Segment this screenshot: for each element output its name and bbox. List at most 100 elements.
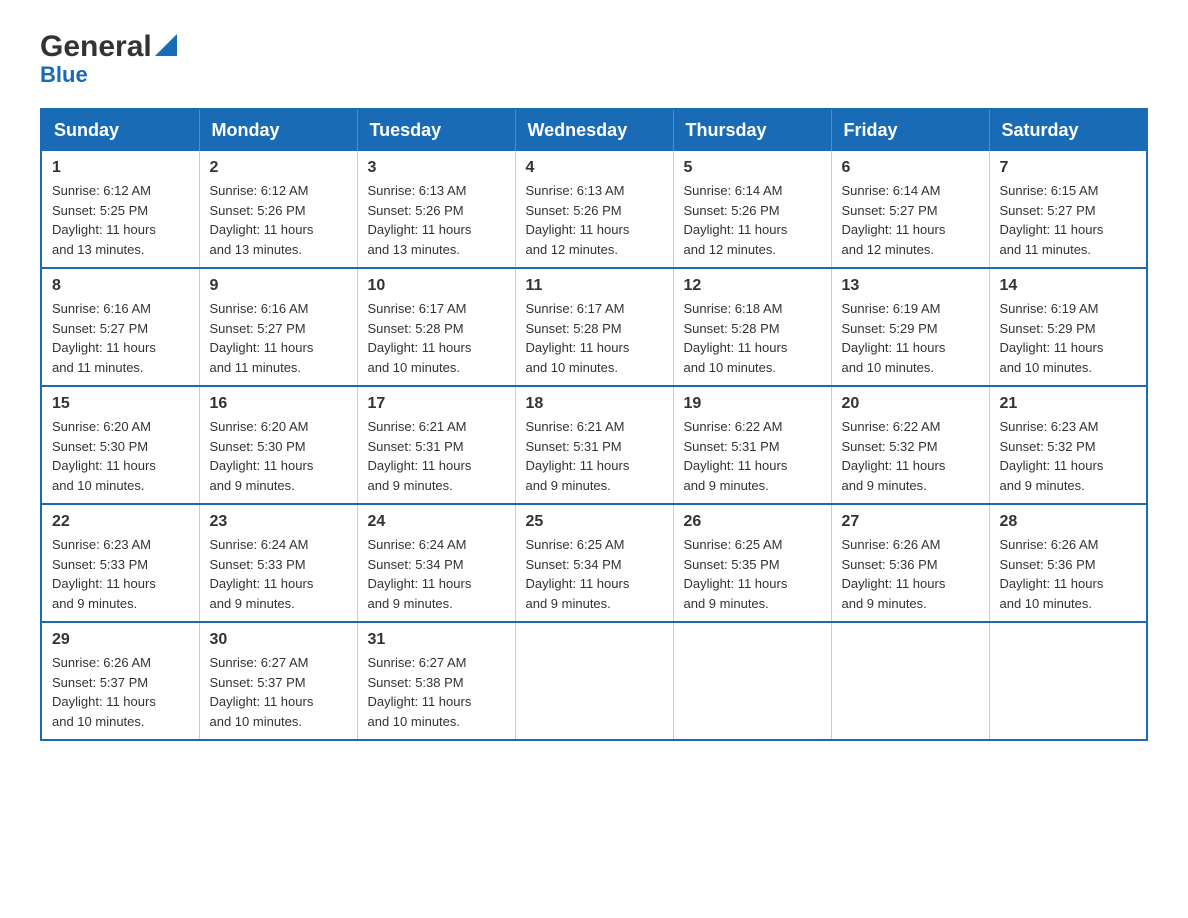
calendar-cell: 16 Sunrise: 6:20 AM Sunset: 5:30 PM Dayl… [199, 386, 357, 504]
calendar-cell: 7 Sunrise: 6:15 AM Sunset: 5:27 PM Dayli… [989, 151, 1147, 268]
day-info: Sunrise: 6:18 AM Sunset: 5:28 PM Dayligh… [684, 299, 821, 377]
calendar-cell: 5 Sunrise: 6:14 AM Sunset: 5:26 PM Dayli… [673, 151, 831, 268]
calendar-week-1: 1 Sunrise: 6:12 AM Sunset: 5:25 PM Dayli… [41, 151, 1147, 268]
day-number: 19 [684, 395, 821, 413]
day-number: 3 [368, 159, 505, 177]
day-info: Sunrise: 6:21 AM Sunset: 5:31 PM Dayligh… [526, 417, 663, 495]
day-info: Sunrise: 6:12 AM Sunset: 5:26 PM Dayligh… [210, 181, 347, 259]
calendar-cell: 18 Sunrise: 6:21 AM Sunset: 5:31 PM Dayl… [515, 386, 673, 504]
day-info: Sunrise: 6:16 AM Sunset: 5:27 PM Dayligh… [210, 299, 347, 377]
day-number: 31 [368, 631, 505, 649]
calendar-cell: 11 Sunrise: 6:17 AM Sunset: 5:28 PM Dayl… [515, 268, 673, 386]
calendar-cell: 24 Sunrise: 6:24 AM Sunset: 5:34 PM Dayl… [357, 504, 515, 622]
day-number: 24 [368, 513, 505, 531]
day-number: 17 [368, 395, 505, 413]
logo-blue-text: Blue [40, 62, 88, 88]
calendar-cell: 6 Sunrise: 6:14 AM Sunset: 5:27 PM Dayli… [831, 151, 989, 268]
day-info: Sunrise: 6:26 AM Sunset: 5:36 PM Dayligh… [842, 535, 979, 613]
day-number: 20 [842, 395, 979, 413]
day-info: Sunrise: 6:13 AM Sunset: 5:26 PM Dayligh… [526, 181, 663, 259]
calendar-cell: 3 Sunrise: 6:13 AM Sunset: 5:26 PM Dayli… [357, 151, 515, 268]
day-info: Sunrise: 6:16 AM Sunset: 5:27 PM Dayligh… [52, 299, 189, 377]
day-info: Sunrise: 6:21 AM Sunset: 5:31 PM Dayligh… [368, 417, 505, 495]
calendar-week-3: 15 Sunrise: 6:20 AM Sunset: 5:30 PM Dayl… [41, 386, 1147, 504]
day-info: Sunrise: 6:26 AM Sunset: 5:37 PM Dayligh… [52, 653, 189, 731]
day-number: 6 [842, 159, 979, 177]
calendar-header-saturday: Saturday [989, 109, 1147, 151]
day-number: 9 [210, 277, 347, 295]
day-info: Sunrise: 6:20 AM Sunset: 5:30 PM Dayligh… [52, 417, 189, 495]
day-number: 22 [52, 513, 189, 531]
day-number: 28 [1000, 513, 1137, 531]
day-number: 8 [52, 277, 189, 295]
calendar-cell [515, 622, 673, 740]
calendar-cell: 10 Sunrise: 6:17 AM Sunset: 5:28 PM Dayl… [357, 268, 515, 386]
day-number: 13 [842, 277, 979, 295]
day-number: 29 [52, 631, 189, 649]
calendar-cell [831, 622, 989, 740]
calendar-header-row: SundayMondayTuesdayWednesdayThursdayFrid… [41, 109, 1147, 151]
logo: General Blue [40, 30, 177, 88]
day-number: 14 [1000, 277, 1137, 295]
day-info: Sunrise: 6:12 AM Sunset: 5:25 PM Dayligh… [52, 181, 189, 259]
day-number: 26 [684, 513, 821, 531]
calendar-week-4: 22 Sunrise: 6:23 AM Sunset: 5:33 PM Dayl… [41, 504, 1147, 622]
calendar-cell: 29 Sunrise: 6:26 AM Sunset: 5:37 PM Dayl… [41, 622, 199, 740]
calendar-header-friday: Friday [831, 109, 989, 151]
day-number: 10 [368, 277, 505, 295]
day-info: Sunrise: 6:22 AM Sunset: 5:31 PM Dayligh… [684, 417, 821, 495]
calendar-week-2: 8 Sunrise: 6:16 AM Sunset: 5:27 PM Dayli… [41, 268, 1147, 386]
calendar-cell: 26 Sunrise: 6:25 AM Sunset: 5:35 PM Dayl… [673, 504, 831, 622]
day-info: Sunrise: 6:23 AM Sunset: 5:32 PM Dayligh… [1000, 417, 1137, 495]
calendar-cell: 12 Sunrise: 6:18 AM Sunset: 5:28 PM Dayl… [673, 268, 831, 386]
calendar-cell: 2 Sunrise: 6:12 AM Sunset: 5:26 PM Dayli… [199, 151, 357, 268]
day-info: Sunrise: 6:24 AM Sunset: 5:33 PM Dayligh… [210, 535, 347, 613]
day-info: Sunrise: 6:22 AM Sunset: 5:32 PM Dayligh… [842, 417, 979, 495]
logo-general-text: General [40, 30, 152, 64]
calendar-cell: 30 Sunrise: 6:27 AM Sunset: 5:37 PM Dayl… [199, 622, 357, 740]
calendar-header-wednesday: Wednesday [515, 109, 673, 151]
day-number: 27 [842, 513, 979, 531]
day-info: Sunrise: 6:20 AM Sunset: 5:30 PM Dayligh… [210, 417, 347, 495]
day-info: Sunrise: 6:25 AM Sunset: 5:34 PM Dayligh… [526, 535, 663, 613]
day-number: 18 [526, 395, 663, 413]
calendar-cell: 28 Sunrise: 6:26 AM Sunset: 5:36 PM Dayl… [989, 504, 1147, 622]
day-info: Sunrise: 6:27 AM Sunset: 5:37 PM Dayligh… [210, 653, 347, 731]
day-info: Sunrise: 6:13 AM Sunset: 5:26 PM Dayligh… [368, 181, 505, 259]
day-info: Sunrise: 6:15 AM Sunset: 5:27 PM Dayligh… [1000, 181, 1137, 259]
calendar-cell: 13 Sunrise: 6:19 AM Sunset: 5:29 PM Dayl… [831, 268, 989, 386]
calendar-week-5: 29 Sunrise: 6:26 AM Sunset: 5:37 PM Dayl… [41, 622, 1147, 740]
day-info: Sunrise: 6:24 AM Sunset: 5:34 PM Dayligh… [368, 535, 505, 613]
calendar-cell: 22 Sunrise: 6:23 AM Sunset: 5:33 PM Dayl… [41, 504, 199, 622]
day-info: Sunrise: 6:27 AM Sunset: 5:38 PM Dayligh… [368, 653, 505, 731]
day-number: 11 [526, 277, 663, 295]
calendar-cell: 19 Sunrise: 6:22 AM Sunset: 5:31 PM Dayl… [673, 386, 831, 504]
day-info: Sunrise: 6:25 AM Sunset: 5:35 PM Dayligh… [684, 535, 821, 613]
calendar-body: 1 Sunrise: 6:12 AM Sunset: 5:25 PM Dayli… [41, 151, 1147, 740]
calendar-cell: 17 Sunrise: 6:21 AM Sunset: 5:31 PM Dayl… [357, 386, 515, 504]
calendar-header-monday: Monday [199, 109, 357, 151]
day-number: 25 [526, 513, 663, 531]
page-header: General Blue [40, 30, 1148, 88]
day-number: 2 [210, 159, 347, 177]
calendar-cell: 4 Sunrise: 6:13 AM Sunset: 5:26 PM Dayli… [515, 151, 673, 268]
calendar-cell: 23 Sunrise: 6:24 AM Sunset: 5:33 PM Dayl… [199, 504, 357, 622]
day-info: Sunrise: 6:17 AM Sunset: 5:28 PM Dayligh… [368, 299, 505, 377]
calendar-cell: 21 Sunrise: 6:23 AM Sunset: 5:32 PM Dayl… [989, 386, 1147, 504]
day-number: 4 [526, 159, 663, 177]
day-number: 7 [1000, 159, 1137, 177]
day-number: 16 [210, 395, 347, 413]
calendar-header-thursday: Thursday [673, 109, 831, 151]
calendar-cell: 31 Sunrise: 6:27 AM Sunset: 5:38 PM Dayl… [357, 622, 515, 740]
calendar-cell: 20 Sunrise: 6:22 AM Sunset: 5:32 PM Dayl… [831, 386, 989, 504]
calendar-header-sunday: Sunday [41, 109, 199, 151]
day-info: Sunrise: 6:26 AM Sunset: 5:36 PM Dayligh… [1000, 535, 1137, 613]
calendar-cell: 27 Sunrise: 6:26 AM Sunset: 5:36 PM Dayl… [831, 504, 989, 622]
day-number: 1 [52, 159, 189, 177]
calendar-cell: 8 Sunrise: 6:16 AM Sunset: 5:27 PM Dayli… [41, 268, 199, 386]
day-number: 21 [1000, 395, 1137, 413]
calendar-cell [673, 622, 831, 740]
logo-triangle-icon [155, 34, 177, 56]
calendar-cell: 14 Sunrise: 6:19 AM Sunset: 5:29 PM Dayl… [989, 268, 1147, 386]
day-number: 5 [684, 159, 821, 177]
